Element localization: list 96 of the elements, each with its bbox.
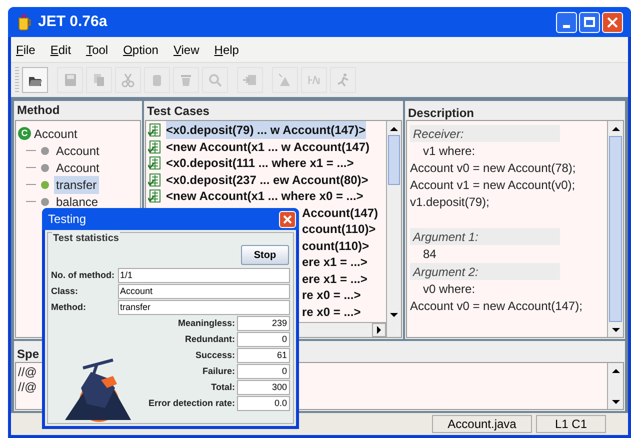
section-label: Argument 1: <box>410 228 560 245</box>
description-text: v0 where: <box>422 281 476 297</box>
menu-item[interactable]: Edit <box>50 40 72 58</box>
field-label: Meaningless: <box>178 316 235 330</box>
toolbar-grip[interactable] <box>15 67 19 93</box>
table-check-icon <box>148 140 161 154</box>
vertical-scrollbar[interactable] <box>607 121 623 337</box>
section-label: Argument 2: <box>410 263 560 280</box>
field-label: No. of method: <box>51 268 116 282</box>
menu-item[interactable]: View <box>173 40 200 58</box>
close-button[interactable] <box>602 12 623 32</box>
code-line: Account v1 = new Account(v0); <box>410 177 576 193</box>
field-label: Method: <box>51 300 87 314</box>
scrollbar-thumb[interactable] <box>388 135 400 185</box>
code-line: //@ <box>18 364 37 378</box>
list-item[interactable]: ccount(110)> <box>302 220 376 238</box>
field-label: Failure: <box>202 364 235 378</box>
menu-item[interactable]: Option <box>123 40 158 58</box>
document-arrow-icon <box>242 72 258 88</box>
description-text: 84 <box>422 246 438 262</box>
list-item[interactable]: ere x1 = ...> <box>302 253 368 272</box>
table-check-icon <box>148 123 161 138</box>
list-item[interactable]: <new Account(x1 ... where x0 = ...> <box>166 187 364 206</box>
copy-icon <box>91 72 107 88</box>
close-button[interactable] <box>279 210 296 228</box>
section-label: Receiver: <box>410 125 560 142</box>
vertical-scrollbar[interactable] <box>607 363 623 409</box>
list-item[interactable]: <new Account(x1 ... w Account(147) <box>166 138 370 156</box>
up-arrow-icon <box>390 126 398 130</box>
close-icon <box>607 16 618 28</box>
table-check-icon <box>148 172 161 187</box>
dialog-title: Testing <box>47 211 86 228</box>
code-line: //@ <box>18 379 37 393</box>
list-item[interactable]: Account(147) <box>302 204 378 222</box>
right-arrow-icon <box>376 326 382 334</box>
list-item[interactable]: ere x1 = ...> <box>302 270 368 288</box>
panel-heading: Description <box>407 105 476 119</box>
field-label: Redundant: <box>185 332 235 346</box>
list-item[interactable]: <x0.deposit(79) ... w Account(147)> <box>166 121 366 140</box>
list-item[interactable]: re x0 = ...> <box>302 302 361 321</box>
status-field: L1 C1 <box>536 415 606 433</box>
magnifier-icon <box>207 72 223 88</box>
running-figure-icon <box>335 72 351 88</box>
field-label: Success: <box>195 348 235 362</box>
up-arrow-icon <box>612 126 620 130</box>
table-check-icon <box>148 189 161 204</box>
up-arrow-icon <box>612 368 620 372</box>
number-field[interactable]: 61 <box>237 348 290 363</box>
number-field[interactable]: 0 <box>237 332 290 347</box>
text-field[interactable]: 1/1 <box>118 268 290 283</box>
code-line: Account v0 = new Account(78); <box>410 160 577 176</box>
code-line: Account v0 = new Account(147); <box>410 298 584 314</box>
mug-icon <box>16 13 32 31</box>
field-label: Error detection rate: <box>148 396 235 410</box>
list-item[interactable]: re x0 = ...> <box>302 286 361 304</box>
code-line: v1.deposit(79); <box>410 194 490 210</box>
number-field[interactable]: 239 <box>237 316 290 331</box>
scissors-icon <box>120 72 136 88</box>
down-arrow-icon <box>612 328 620 332</box>
floppy-icon <box>62 72 78 88</box>
toolbar-button[interactable] <box>22 67 48 93</box>
maximize-button[interactable] <box>579 12 600 32</box>
down-arrow-icon <box>390 312 398 318</box>
list-item[interactable]: <x0.deposit(111 ... where x1 = ...> <box>166 154 354 172</box>
scrollbar-thumb[interactable] <box>609 136 622 322</box>
number-field[interactable]: 0.0 <box>237 396 290 411</box>
panel-heading: Spe <box>17 346 40 361</box>
menu-item[interactable]: Help <box>214 40 239 58</box>
menu-item[interactable]: Tool <box>86 40 108 58</box>
class-icon: C <box>18 127 31 140</box>
minimize-button[interactable] <box>556 12 577 32</box>
field-label: Class: <box>51 284 80 298</box>
field-label: Total: <box>211 380 235 394</box>
tree-item[interactable]: Account <box>54 158 102 176</box>
text-field[interactable]: Account <box>118 284 290 299</box>
down-arrow-icon <box>612 400 620 404</box>
trash-icon <box>178 72 194 88</box>
tree-item[interactable]: balance <box>54 192 100 210</box>
stop-button[interactable]: Stop <box>241 245 289 265</box>
tree-item[interactable]: Account <box>54 142 102 160</box>
status-field: Account.java <box>432 415 532 433</box>
vertical-scrollbar[interactable] <box>386 121 401 337</box>
list-item[interactable]: <x0.deposit(237 ... ew Account(80)> <box>166 170 368 189</box>
window-title: JET 0.76a <box>38 12 108 32</box>
close-icon <box>283 214 292 224</box>
menu-item[interactable]: File <box>16 40 36 58</box>
number-field[interactable]: 0 <box>237 364 290 379</box>
panel-heading: Test Cases <box>146 103 210 119</box>
list-item[interactable]: count(110)> <box>302 236 370 255</box>
number-field[interactable]: 300 <box>237 380 290 395</box>
panel-heading: Method <box>16 102 61 119</box>
table-check-icon <box>148 156 161 170</box>
tree-item[interactable]: transfer <box>54 176 99 194</box>
description-text: v1 where: <box>422 143 476 159</box>
tree-item[interactable]: Account <box>34 124 78 142</box>
text-field[interactable]: transfer <box>118 300 290 315</box>
